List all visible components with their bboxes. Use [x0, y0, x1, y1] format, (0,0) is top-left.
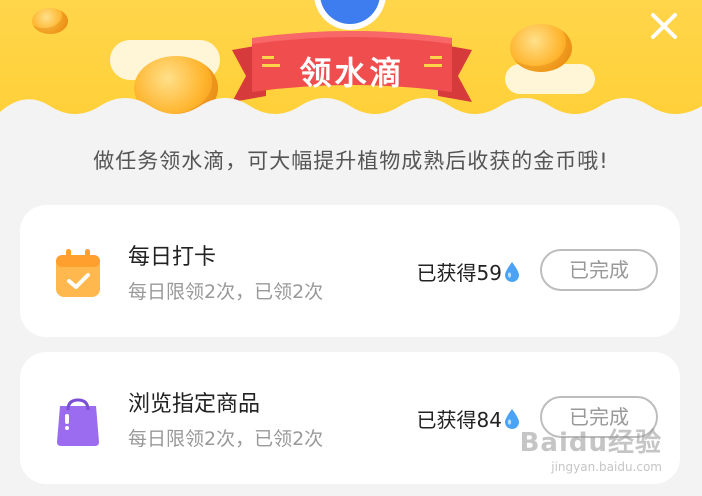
water-drop-icon: [505, 261, 519, 282]
coin-decoration: [510, 24, 572, 72]
description-text: 做任务领水滴，可大幅提升植物成熟后收获的金币哦!: [93, 149, 609, 173]
completed-button[interactable]: 已完成: [540, 249, 658, 291]
task-title: 每日打卡: [128, 245, 217, 270]
water-drop-icon: [505, 408, 519, 429]
header-banner-area: 领水滴: [0, 0, 702, 140]
earned-label: 已获得84: [416, 408, 502, 432]
watermark-logo: Baidu经验: [519, 428, 662, 458]
shopping-bag-icon: [57, 398, 99, 446]
task-limit-text: 每日限领2次，已领2次: [128, 281, 324, 303]
task-limit-text: 每日限领2次，已领2次: [128, 428, 324, 450]
earned-amount: 已获得59: [417, 257, 520, 286]
task-card-daily-checkin: 每日打卡 每日限领2次，已领2次 已获得59 已完成: [20, 205, 680, 337]
watermark-url: jingyan.baidu.com: [551, 460, 662, 474]
calendar-check-icon: [56, 249, 100, 297]
earned-amount: 已获得84: [417, 404, 520, 433]
earned-label: 已获得59: [416, 261, 502, 285]
task-title: 浏览指定商品: [128, 392, 261, 417]
wave-divider: [0, 98, 702, 140]
close-icon[interactable]: [648, 10, 680, 42]
coin-decoration: [32, 8, 68, 34]
